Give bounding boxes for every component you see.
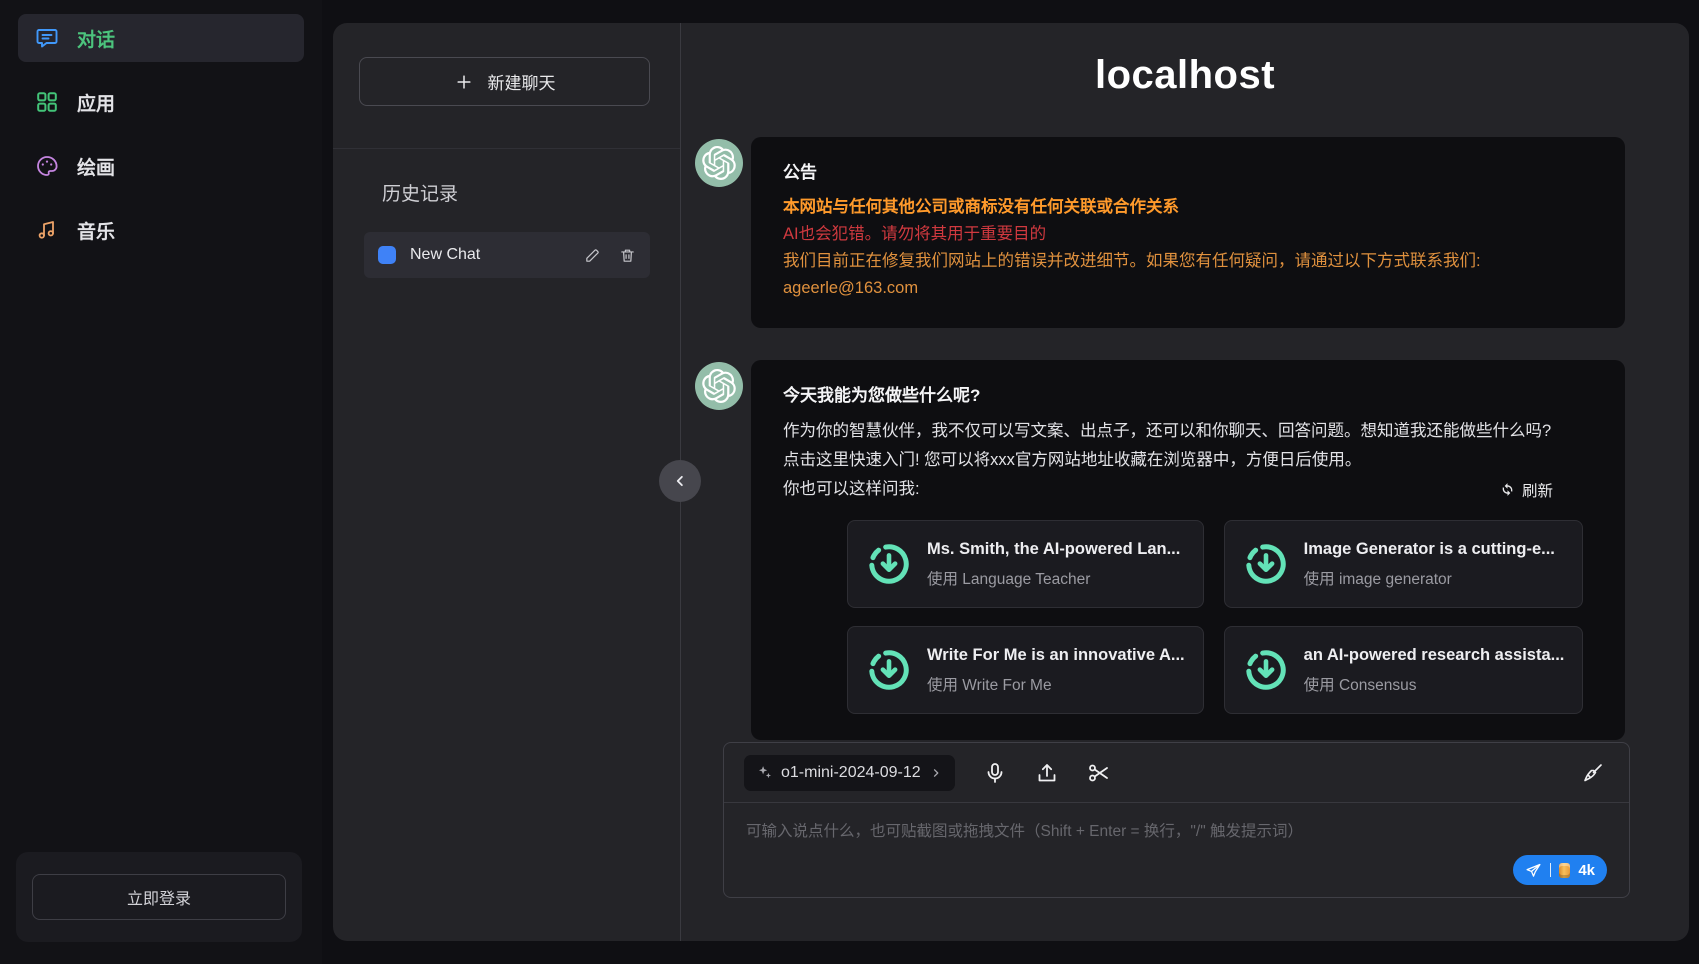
sidebar-item-label: 应用 xyxy=(77,89,115,116)
download-circle-icon xyxy=(1243,647,1289,693)
prompt-use: 使用 image generator xyxy=(1304,567,1555,589)
palette-icon xyxy=(35,154,59,178)
history-panel: 新建聊天 历史记录 New Chat xyxy=(333,23,680,941)
prompt-texts: an AI-powered research assista... 使用 Con… xyxy=(1304,646,1565,695)
ask-text: 你也可以这样问我: xyxy=(783,475,920,504)
contact-email[interactable]: ageerle@163.com xyxy=(783,275,1595,302)
sidebar-item-label: 对话 xyxy=(77,25,115,52)
openai-logo-icon xyxy=(702,369,736,403)
prompt-card[interactable]: Ms. Smith, the AI-powered Lan... 使用 Lang… xyxy=(847,520,1204,608)
apps-grid-icon xyxy=(35,90,59,114)
message-bubble: 公告 本网站与任何其他公司或商标没有任何关联或合作关系 AI也会犯错。请勿将其用… xyxy=(751,137,1625,328)
message-greeting: 今天我能为您做些什么呢? 作为你的智慧伙伴，我不仅可以写文案、出点子，还可以和你… xyxy=(681,360,1689,740)
assistant-avatar xyxy=(695,139,743,187)
download-circle-icon xyxy=(866,647,912,693)
model-name: o1-mini-2024-09-12 xyxy=(781,764,921,782)
chat-item-title: New Chat xyxy=(410,246,570,264)
history-chat-item[interactable]: New Chat xyxy=(364,232,650,278)
message-list: 公告 本网站与任何其他公司或商标没有任何关联或合作关系 AI也会犯错。请勿将其用… xyxy=(681,137,1689,772)
sidebar-item-music[interactable]: 音乐 xyxy=(18,206,304,254)
message-input[interactable]: 可输入说点什么，也可贴截图或拖拽文件（Shift + Enter = 换行，"/… xyxy=(724,803,1629,897)
sidebar: 对话 应用 绘画 xyxy=(0,0,322,964)
new-chat-label: 新建聊天 xyxy=(488,69,556,94)
prompt-use: 使用 Consensus xyxy=(1304,673,1565,695)
message-bubble: 今天我能为您做些什么呢? 作为你的智慧伙伴，我不仅可以写文案、出点子，还可以和你… xyxy=(751,360,1625,740)
sidebar-item-label: 绘画 xyxy=(77,153,115,180)
announcement-line: 我们目前正在修复我们网站上的错误并改进细节。如果您有任何疑问，请通过以下方式联系… xyxy=(783,248,1595,275)
model-selector[interactable]: o1-mini-2024-09-12 xyxy=(744,755,955,791)
prompt-texts: Ms. Smith, the AI-powered Lan... 使用 Lang… xyxy=(927,540,1180,589)
refresh-label: 刷新 xyxy=(1522,479,1553,501)
main-shell: 新建聊天 历史记录 New Chat xyxy=(333,23,1689,941)
sidebar-item-paint[interactable]: 绘画 xyxy=(18,142,304,190)
chat-area: localhost 公告 本网站与任何其他公司或商标没有任何关联或合作关系 AI… xyxy=(681,23,1689,941)
delete-icon[interactable] xyxy=(619,247,636,264)
input-placeholder: 可输入说点什么，也可贴截图或拖拽文件（Shift + Enter = 换行，"/… xyxy=(746,819,1607,841)
microphone-icon[interactable] xyxy=(983,761,1007,785)
broom-clear-icon[interactable] xyxy=(1581,761,1605,785)
upload-icon[interactable] xyxy=(1035,761,1059,785)
send-button[interactable]: 4k xyxy=(1513,855,1607,885)
sidebar-item-chat[interactable]: 对话 xyxy=(18,14,304,62)
refresh-button[interactable]: 刷新 xyxy=(1499,479,1553,501)
ask-row: 你也可以这样问我: 刷新 xyxy=(783,475,1553,504)
login-button[interactable]: 立即登录 xyxy=(32,874,286,920)
prompt-title: Image Generator is a cutting-e... xyxy=(1304,540,1555,559)
message-announcement: 公告 本网站与任何其他公司或商标没有任何关联或合作关系 AI也会犯错。请勿将其用… xyxy=(681,137,1689,328)
chevron-right-icon xyxy=(929,766,943,780)
chat-color-square xyxy=(378,246,396,264)
download-circle-icon xyxy=(866,541,912,587)
sparkle-icon xyxy=(756,764,773,781)
history-section-title: 历史记录 xyxy=(382,179,680,206)
edit-icon[interactable] xyxy=(584,247,601,264)
prompt-grid: Ms. Smith, the AI-powered Lan... 使用 Lang… xyxy=(847,520,1553,714)
download-circle-icon xyxy=(1243,541,1289,587)
token-badge: 4k xyxy=(1578,863,1595,878)
chevron-left-icon xyxy=(671,472,689,490)
prompt-texts: Write For Me is an innovative A... 使用 Wr… xyxy=(927,646,1185,695)
chat-bubble-icon xyxy=(35,26,59,50)
greeting-body: 作为你的智慧伙伴，我不仅可以写文案、出点子，还可以和你聊天、回答问题。想知道我还… xyxy=(783,417,1553,475)
prompt-title: an AI-powered research assista... xyxy=(1304,646,1565,665)
refresh-icon xyxy=(1499,481,1516,498)
token-coin-icon xyxy=(1559,863,1570,878)
openai-logo-icon xyxy=(702,146,736,180)
history-divider xyxy=(333,148,680,149)
announcement-heading: 公告 xyxy=(783,159,1595,186)
music-note-icon xyxy=(35,218,59,242)
plus-icon xyxy=(454,72,474,92)
sidebar-item-label: 音乐 xyxy=(77,217,115,244)
prompt-title: Write For Me is an innovative A... xyxy=(927,646,1185,665)
collapse-sidebar-button[interactable] xyxy=(659,460,701,502)
login-card: 立即登录 xyxy=(16,852,302,942)
prompt-use: 使用 Write For Me xyxy=(927,673,1185,695)
prompt-card[interactable]: Image Generator is a cutting-e... 使用 ima… xyxy=(1224,520,1584,608)
announcement-line: AI也会犯错。请勿将其用于重要目的 xyxy=(783,221,1595,248)
composer: o1-mini-2024-09-12 xyxy=(723,742,1630,898)
pill-divider xyxy=(1550,863,1552,877)
scissors-icon[interactable] xyxy=(1087,761,1111,785)
announcement-line: 本网站与任何其他公司或商标没有任何关联或合作关系 xyxy=(783,194,1595,221)
prompt-texts: Image Generator is a cutting-e... 使用 ima… xyxy=(1304,540,1555,589)
prompt-card[interactable]: an AI-powered research assista... 使用 Con… xyxy=(1224,626,1584,714)
new-chat-button[interactable]: 新建聊天 xyxy=(359,57,650,106)
assistant-avatar xyxy=(695,362,743,410)
prompt-use: 使用 Language Teacher xyxy=(927,567,1180,589)
composer-toolbar: o1-mini-2024-09-12 xyxy=(724,743,1629,803)
sidebar-item-apps[interactable]: 应用 xyxy=(18,78,304,126)
greeting-heading: 今天我能为您做些什么呢? xyxy=(783,382,1595,409)
paper-plane-icon xyxy=(1525,862,1542,879)
prompt-title: Ms. Smith, the AI-powered Lan... xyxy=(927,540,1180,559)
prompt-card[interactable]: Write For Me is an innovative A... 使用 Wr… xyxy=(847,626,1204,714)
page-title: localhost xyxy=(681,51,1689,99)
